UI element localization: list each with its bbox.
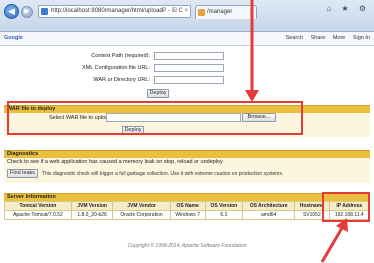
annotation-arrows — [245, 0, 348, 263]
bottom-arrow-icon — [320, 218, 348, 263]
top-arrow-icon — [245, 0, 259, 102]
